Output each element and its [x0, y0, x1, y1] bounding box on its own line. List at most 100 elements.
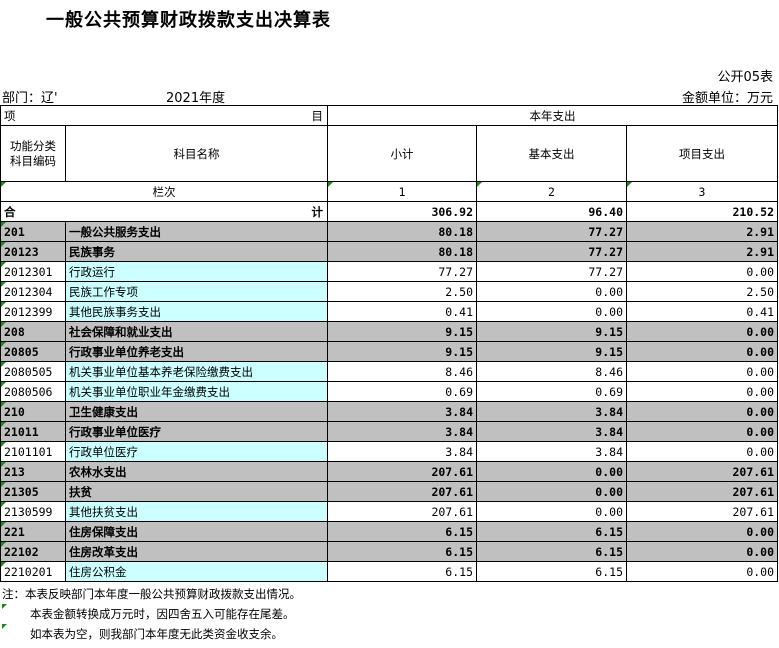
note-2: 本表金额转换成万元时，因四舍五入可能存在尾差。	[2, 604, 301, 624]
row-name: 机关事业单位基本养老保险缴费支出	[65, 361, 328, 382]
header-basic: 基本支出	[476, 125, 627, 182]
note-1: 注：本表反映部门本年度一般公共预算财政拨款支出情况。	[2, 587, 301, 601]
row-basic: 0.00	[476, 481, 627, 502]
row-subtotal: 80.18	[327, 221, 477, 242]
row-basic: 6.15	[476, 541, 627, 562]
table-row: 20805 行政事业单位养老支出 9.15 9.15 0.00	[0, 341, 779, 362]
row-code: 22102	[0, 541, 66, 562]
row-subtotal: 9.15	[327, 321, 477, 342]
header-func-code: 功能分类 科目编码	[0, 125, 66, 182]
row-basic: 77.27	[476, 221, 627, 242]
row-basic: 6.15	[476, 521, 627, 542]
row-basic: 3.84	[476, 441, 627, 462]
row-basic: 8.46	[476, 361, 627, 382]
row-basic: 6.15	[476, 561, 627, 582]
row-code: 221	[0, 521, 66, 542]
row-project: 2.50	[625, 281, 779, 302]
row-basic: 0.00	[476, 461, 627, 482]
row-code: 2080505	[0, 361, 66, 382]
year-label: 2021年度	[166, 91, 226, 106]
row-subtotal: 207.61	[327, 481, 477, 502]
header-item2-label: 目	[311, 109, 324, 123]
row-name: 社会保障和就业支出	[65, 321, 328, 342]
note-3: 如本表为空，则我部门本年度无此类资金收支余。	[2, 624, 301, 644]
header-item-label: 项	[4, 108, 16, 123]
table-row: 2012399 其他民族事务支出 0.41 0.00 0.41	[0, 301, 779, 322]
row-name: 其他民族事务支出	[65, 301, 328, 322]
form-code: 公开05表	[717, 70, 773, 85]
row-project: 0.00	[625, 261, 779, 282]
total-label2: 计	[311, 205, 324, 219]
notes: 注：本表反映部门本年度一般公共预算财政拨款支出情况。 本表金额转换成万元时，因四…	[2, 584, 301, 644]
table-row: 208 社会保障和就业支出 9.15 9.15 0.00	[0, 321, 779, 342]
row-subtotal: 0.41	[327, 301, 477, 322]
table-row: 201 一般公共服务支出 80.18 77.27 2.91	[0, 221, 779, 242]
row-project: 2.91	[625, 221, 779, 242]
row-project: 0.00	[625, 441, 779, 462]
row-code: 20123	[0, 241, 66, 262]
row-subtotal: 3.84	[327, 441, 477, 462]
row-subtotal: 6.15	[327, 561, 477, 582]
row-name: 其他扶贫支出	[65, 501, 328, 522]
row-basic: 3.84	[476, 421, 627, 442]
table-row: 2012301 行政运行 77.27 77.27 0.00	[0, 261, 779, 282]
header-item-cell: 项 目	[0, 105, 328, 126]
row-project: 207.61	[625, 461, 779, 482]
total-row: 合 计 306.92 96.40 210.52	[0, 201, 779, 222]
department-label: 部门：辽'	[2, 91, 58, 106]
header-col3: 3	[625, 181, 779, 202]
row-code: 208	[0, 321, 66, 342]
row-name: 行政事业单位医疗	[65, 421, 328, 442]
row-code: 21011	[0, 421, 66, 442]
row-subtotal: 6.15	[327, 541, 477, 562]
row-project: 0.00	[625, 421, 779, 442]
row-subtotal: 77.27	[327, 261, 477, 282]
row-basic: 77.27	[476, 241, 627, 262]
row-code: 2101101	[0, 441, 66, 462]
row-name: 民族事务	[65, 241, 328, 262]
header-row-2: 功能分类 科目编码 科目名称 小计 基本支出 项目支出	[0, 125, 779, 182]
row-basic: 0.69	[476, 381, 627, 402]
row-basic: 0.00	[476, 281, 627, 302]
row-code: 2012304	[0, 281, 66, 302]
total-label1: 合	[4, 204, 16, 219]
header-subject-name: 科目名称	[65, 125, 328, 182]
row-code: 21305	[0, 481, 66, 502]
row-project: 0.00	[625, 381, 779, 402]
row-basic: 0.00	[476, 501, 627, 522]
row-code: 2210201	[0, 561, 66, 582]
header-current-year: 本年支出	[326, 105, 779, 126]
header-col2: 2	[476, 181, 627, 202]
row-subtotal: 80.18	[327, 241, 477, 262]
row-name: 机关事业单位职业年金缴费支出	[65, 381, 328, 402]
row-subtotal: 207.61	[327, 461, 477, 482]
header-column-no: 栏次	[0, 181, 328, 202]
row-basic: 9.15	[476, 321, 627, 342]
row-code: 2012399	[0, 301, 66, 322]
header-func-code-line1: 功能分类	[10, 138, 56, 153]
row-subtotal: 3.84	[327, 421, 477, 442]
expenditure-table: 项 目 本年支出 功能分类 科目编码 科目名称 小计 基本支出 项目支出 栏次 …	[0, 105, 779, 582]
table-row: 20123 民族事务 80.18 77.27 2.91	[0, 241, 779, 262]
row-code: 2012301	[0, 261, 66, 282]
table-row: 2101101 行政单位医疗 3.84 3.84 0.00	[0, 441, 779, 462]
row-code: 20805	[0, 341, 66, 362]
row-subtotal: 2.50	[327, 281, 477, 302]
row-project: 0.00	[625, 361, 779, 382]
table-row: 221 住房保障支出 6.15 6.15 0.00	[0, 521, 779, 542]
header-project: 项目支出	[625, 125, 779, 182]
total-project: 210.52	[625, 201, 779, 222]
header-subtotal: 小计	[327, 125, 477, 182]
row-subtotal: 9.15	[327, 341, 477, 362]
table-row: 213 农林水支出 207.61 0.00 207.61	[0, 461, 779, 482]
row-name: 住房保障支出	[65, 521, 328, 542]
table-row: 21305 扶贫 207.61 0.00 207.61	[0, 481, 779, 502]
row-project: 207.61	[625, 501, 779, 522]
header-row-1: 项 目 本年支出	[0, 105, 779, 126]
row-project: 0.41	[625, 301, 779, 322]
header-func-code-line2: 科目编码	[10, 153, 56, 168]
row-basic: 9.15	[476, 341, 627, 362]
row-name: 行政单位医疗	[65, 441, 328, 462]
row-basic: 77.27	[476, 261, 627, 282]
row-basic: 3.84	[476, 401, 627, 422]
